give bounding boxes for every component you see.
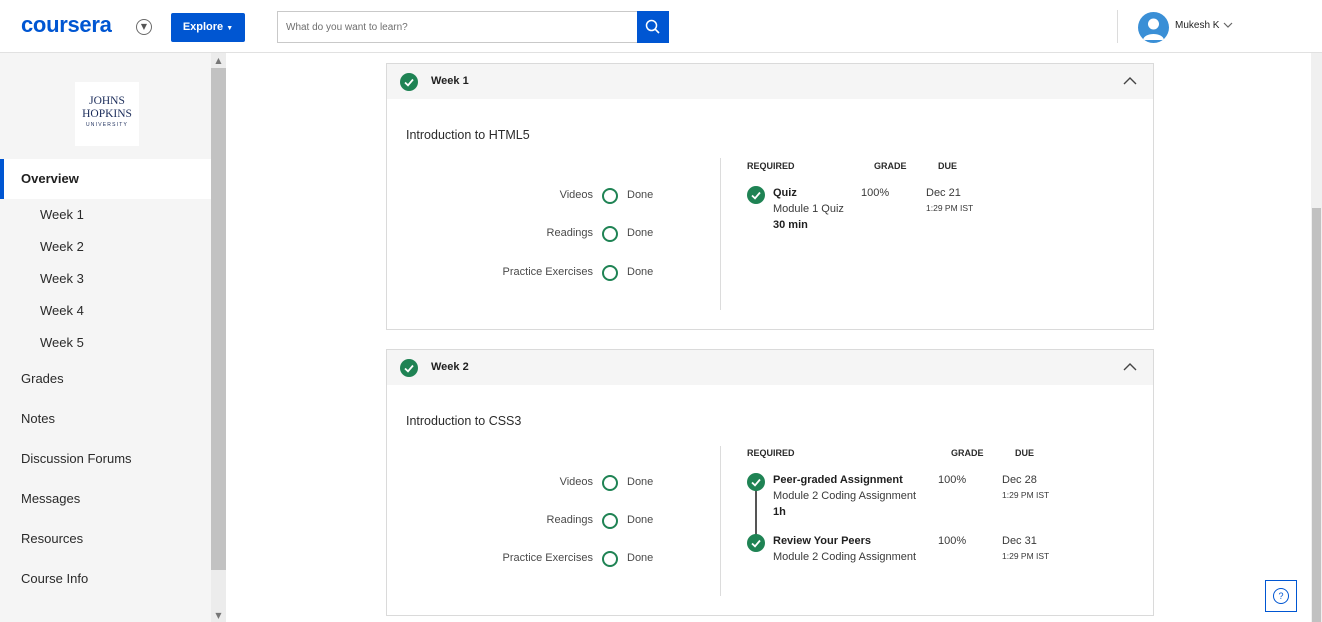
due-column-header: DUE — [938, 161, 958, 171]
due-column-header: DUE — [1015, 448, 1035, 458]
progress-circle-icon — [602, 475, 618, 491]
progress-circle-icon — [602, 551, 618, 567]
progress-circle-icon — [602, 226, 618, 242]
logo-line-2: HOPKINS — [82, 108, 132, 120]
logo-line-3: UNIVERSITY — [85, 122, 128, 128]
coursera-logo[interactable]: coursera — [21, 12, 112, 38]
help-icon: ? — [1273, 588, 1289, 604]
item-type[interactable]: Peer-graded Assignment — [773, 474, 903, 486]
grade-column-header: GRADE — [951, 448, 984, 458]
scroll-up-icon[interactable]: ▲ — [211, 53, 226, 68]
week-1-card: Week 1 Introduction to HTML5 Videos Done… — [386, 63, 1154, 330]
chevron-up-icon[interactable] — [1123, 362, 1137, 372]
sidebar-item-week-5[interactable]: Week 5 — [0, 335, 211, 350]
sidebar-item-overview[interactable]: Overview — [0, 159, 211, 199]
sidebar-item-grades[interactable]: Grades — [0, 371, 211, 386]
university-logo: JOHNS HOPKINS UNIVERSITY — [75, 82, 139, 146]
completed-check-icon — [400, 359, 418, 377]
chevron-up-icon[interactable] — [1123, 76, 1137, 86]
progress-circle-icon — [602, 188, 618, 204]
sidebar-item-week-3[interactable]: Week 3 — [0, 271, 211, 286]
completed-check-icon — [747, 534, 765, 552]
section-divider — [720, 158, 721, 310]
item-grade: 100% — [861, 187, 890, 199]
week-1-title: Week 1 — [431, 75, 469, 87]
item-due-date: Dec 28 — [1002, 474, 1037, 486]
user-icon — [1143, 18, 1164, 40]
required-column-header: REQUIRED — [747, 161, 795, 171]
completed-check-icon — [400, 73, 418, 91]
item-due-date: Dec 31 — [1002, 535, 1037, 547]
required-column-header: REQUIRED — [747, 448, 795, 458]
week-2-card: Week 2 Introduction to CSS3 Videos Done … — [386, 349, 1154, 616]
sidebar-item-resources[interactable]: Resources — [0, 531, 211, 546]
completed-check-icon — [747, 473, 765, 491]
explore-label: Explore — [182, 21, 224, 33]
practice-exercises-status: Done — [627, 552, 654, 564]
videos-label: Videos — [559, 189, 593, 201]
search-button[interactable] — [637, 11, 669, 43]
help-button[interactable]: ? — [1265, 580, 1297, 612]
practice-exercises-status: Done — [627, 266, 654, 278]
sidebar-item-course-info[interactable]: Course Info — [0, 571, 211, 586]
item-duration: 30 min — [773, 219, 808, 231]
section-divider — [720, 446, 721, 596]
page-scrollbar-thumb[interactable] — [1312, 208, 1321, 622]
week-2-lesson-title: Introduction to CSS3 — [406, 414, 522, 428]
top-header: coursera ▼ Explore ▼ Mukesh K — [0, 0, 1322, 53]
week-1-header[interactable]: Week 1 — [387, 64, 1153, 99]
avatar[interactable] — [1138, 12, 1169, 43]
sidebar-item-notes[interactable]: Notes — [0, 411, 211, 426]
item-grade: 100% — [938, 535, 967, 547]
readings-status: Done — [627, 227, 654, 239]
readings-label: Readings — [546, 514, 593, 526]
week-2-header[interactable]: Week 2 — [387, 350, 1153, 385]
logo-menu-chevron-icon[interactable]: ▼ — [136, 19, 152, 35]
item-grade: 100% — [938, 474, 967, 486]
scroll-down-icon[interactable]: ▼ — [211, 608, 226, 622]
week-1-lesson-title: Introduction to HTML5 — [406, 128, 530, 142]
sidebar-item-week-2[interactable]: Week 2 — [0, 239, 211, 254]
readings-status: Done — [627, 514, 654, 526]
completed-check-icon — [747, 186, 765, 204]
practice-exercises-label: Practice Exercises — [502, 552, 593, 564]
item-due-time: 1:29 PM IST — [1002, 551, 1050, 561]
week-2-title: Week 2 — [431, 361, 469, 373]
item-type[interactable]: Quiz — [773, 187, 797, 199]
item-due-time: 1:29 PM IST — [926, 203, 974, 213]
item-name[interactable]: Module 1 Quiz — [773, 203, 844, 215]
item-due-time: 1:29 PM IST — [1002, 490, 1050, 500]
progress-circle-icon — [602, 513, 618, 529]
search-input[interactable] — [277, 11, 637, 43]
item-name[interactable]: Module 2 Coding Assignment — [773, 490, 916, 502]
sidebar-item-week-1[interactable]: Week 1 — [0, 207, 211, 222]
header-divider — [1117, 10, 1118, 43]
grade-column-header: GRADE — [874, 161, 907, 171]
item-due-date: Dec 21 — [926, 187, 961, 199]
videos-label: Videos — [559, 476, 593, 488]
videos-status: Done — [627, 189, 654, 201]
user-menu-chevron-icon[interactable] — [1223, 20, 1233, 33]
search-icon — [645, 19, 660, 34]
logo-line-1: JOHNS — [89, 95, 125, 107]
explore-button[interactable]: Explore ▼ — [171, 13, 245, 42]
videos-status: Done — [627, 476, 654, 488]
sidebar-item-week-4[interactable]: Week 4 — [0, 303, 211, 318]
chevron-down-icon: ▼ — [226, 25, 234, 32]
readings-label: Readings — [546, 227, 593, 239]
practice-exercises-label: Practice Exercises — [502, 266, 593, 278]
item-name[interactable]: Module 2 Coding Assignment — [773, 551, 916, 563]
user-name[interactable]: Mukesh K — [1175, 20, 1219, 31]
sidebar-item-discussion-forums[interactable]: Discussion Forums — [0, 451, 211, 466]
item-duration: 1h — [773, 506, 786, 518]
sidebar-item-messages[interactable]: Messages — [0, 491, 211, 506]
item-type[interactable]: Review Your Peers — [773, 535, 871, 547]
progress-circle-icon — [602, 265, 618, 281]
sidebar-scrollbar-thumb[interactable] — [211, 68, 226, 570]
